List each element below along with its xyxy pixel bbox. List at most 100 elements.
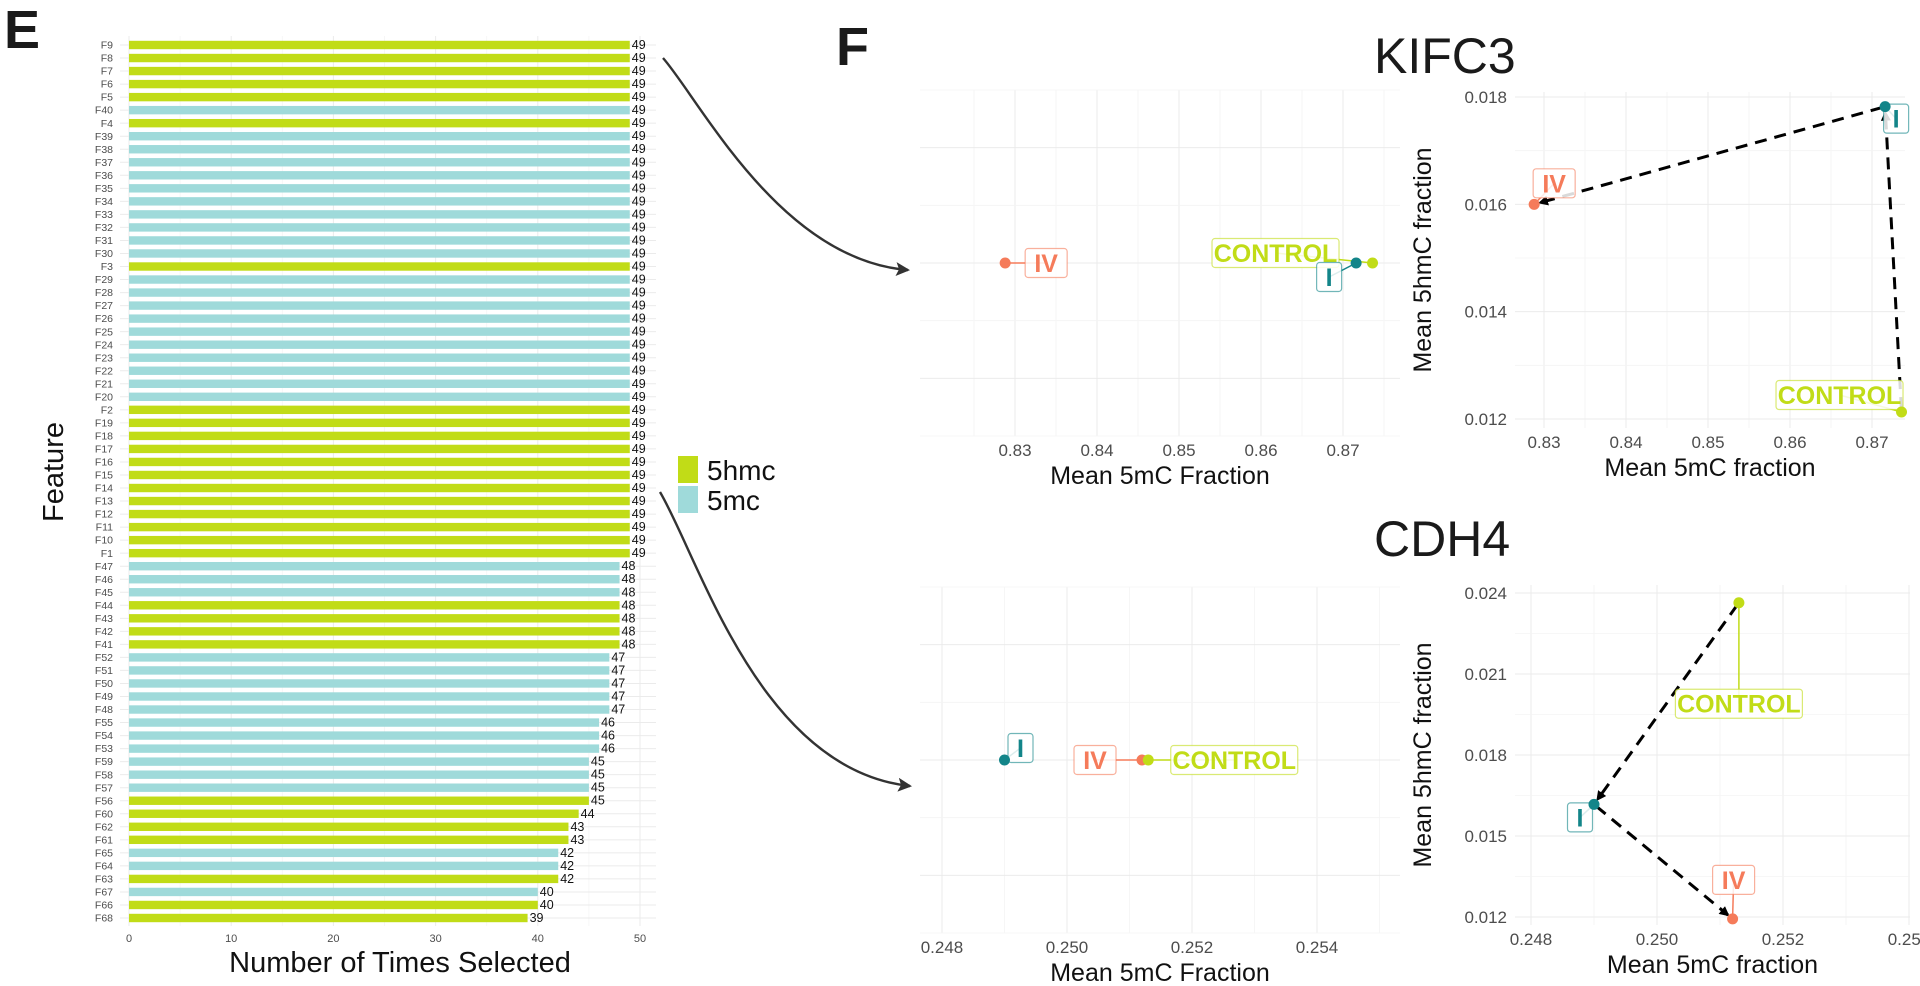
cdh4-5mc-strip-plot: 0.248 0.250 0.252 0.254 Mean 5mC Fraction I IV… xyxy=(920,586,1400,986)
bar-f31 xyxy=(129,236,630,245)
bar-f17 xyxy=(129,444,630,454)
feature-label: F28 xyxy=(95,287,113,299)
feature-label: F61 xyxy=(95,834,113,846)
x-axis-title: Mean 5mC fraction xyxy=(1607,951,1818,979)
bar-value-label: 45 xyxy=(591,755,605,769)
bar-f60 xyxy=(129,809,579,818)
figure: E F F9F8F7F6F5F40F4F39F38F37F36F35F34F33… xyxy=(4,0,1920,986)
bar-value-label: 49 xyxy=(632,51,646,65)
bar-f9 xyxy=(129,40,630,50)
y-tick-label: 0.018 xyxy=(1464,88,1507,107)
bar-f6 xyxy=(129,79,630,89)
bar-value-label: 46 xyxy=(601,729,615,743)
feature-label: F42 xyxy=(95,626,113,638)
bar-f66 xyxy=(129,900,538,910)
feature-label: F50 xyxy=(95,678,113,690)
y-axis-title: Mean 5hmC fraction xyxy=(1409,147,1437,372)
x-tick-label: 0.83 xyxy=(998,441,1031,460)
x-tick-label: 50 xyxy=(634,933,646,945)
feature-label: F49 xyxy=(95,691,113,703)
bar-f62 xyxy=(129,822,569,831)
x-tick-label: 0.84 xyxy=(1609,433,1642,452)
feature-label: F23 xyxy=(95,352,113,364)
bar-value-label: 49 xyxy=(632,129,646,143)
bar-f63 xyxy=(129,874,559,884)
x-tick-label: 0.86 xyxy=(1244,441,1277,460)
bar-f1 xyxy=(129,548,630,558)
feature-label: F8 xyxy=(101,53,113,65)
bar-value-label: 49 xyxy=(632,194,646,208)
point-iv xyxy=(1528,198,1540,210)
bar-value-label: 49 xyxy=(632,533,646,547)
bar-f2 xyxy=(129,405,630,415)
bar-f7 xyxy=(129,66,630,76)
x-tick-label: 40 xyxy=(532,933,544,945)
feature-label: F19 xyxy=(95,417,113,429)
bar-value-label: 49 xyxy=(632,494,646,508)
x-axis-title: Mean 5mC Fraction xyxy=(1050,462,1270,490)
bar-f24 xyxy=(129,340,630,349)
x-tick-label: 0.87 xyxy=(1326,441,1359,460)
feature-label: F6 xyxy=(101,79,113,91)
bar-value-label: 49 xyxy=(632,64,646,78)
x-tick-label: 20 xyxy=(327,933,339,945)
point-control xyxy=(1367,257,1379,269)
bar-f4 xyxy=(129,118,630,128)
bar-f28 xyxy=(129,288,630,297)
y-axis-title: Mean 5hmC fraction xyxy=(1409,642,1437,867)
feature-label: F16 xyxy=(95,457,113,469)
x-tick-label: 0.250 xyxy=(1046,938,1089,957)
bar-value-label: 48 xyxy=(622,585,636,599)
x-tick-label: 0.252 xyxy=(1762,930,1805,949)
bar-value-label: 49 xyxy=(632,546,646,560)
bar-f41 xyxy=(129,640,620,649)
link-arrow-kifc3 xyxy=(662,57,910,277)
bar-value-label: 49 xyxy=(632,377,646,391)
bar-f61 xyxy=(129,835,569,845)
bar-f42 xyxy=(129,627,620,636)
bar-f64 xyxy=(129,861,559,871)
bar-f37 xyxy=(129,158,630,167)
bar-value-label: 49 xyxy=(632,481,646,495)
x-axis-title: Number of Times Selected xyxy=(229,947,571,979)
kifc3-5mc-vs-5hmc-plot: 0.012 0.014 0.016 0.018 Mean 5hmC fraction 0.… xyxy=(1409,88,1910,482)
feature-label: F20 xyxy=(95,391,113,403)
feature-label: F52 xyxy=(95,652,113,664)
bar-f33 xyxy=(129,210,630,219)
point-label-i: I xyxy=(1893,106,1900,134)
y-tick-label: 0.021 xyxy=(1464,665,1507,684)
bar-value-label: 44 xyxy=(581,807,595,821)
bar-value-label: 49 xyxy=(632,103,646,117)
bar-f46 xyxy=(129,575,620,584)
bars xyxy=(129,40,630,923)
feature-label: F59 xyxy=(95,756,113,768)
feature-label: F47 xyxy=(95,561,113,573)
feature-label: F1 xyxy=(101,548,113,560)
bar-value-label: 39 xyxy=(530,911,544,925)
x-tick-label: 10 xyxy=(225,933,237,945)
feature-label: F13 xyxy=(95,496,113,508)
bar-value-label: 47 xyxy=(611,676,625,690)
bar-value-labels: 4949494949494949494949494949494949494949… xyxy=(530,38,646,925)
bar-value-label: 49 xyxy=(632,351,646,365)
x-tick-label: 0.85 xyxy=(1691,433,1724,452)
bar-value-label: 48 xyxy=(622,559,636,573)
feature-label: F5 xyxy=(101,92,113,104)
feature-label: F34 xyxy=(95,196,113,208)
bar-value-label: 43 xyxy=(570,820,584,834)
x-tick-label: 0.83 xyxy=(1527,433,1560,452)
point-label-iv: IV xyxy=(1542,170,1566,198)
bar-value-label: 49 xyxy=(632,116,646,130)
feature-label: F39 xyxy=(95,131,113,143)
x-tick-label: 0.86 xyxy=(1773,433,1806,452)
bar-f58 xyxy=(129,770,589,779)
feature-label: F40 xyxy=(95,105,113,117)
bar-value-label: 49 xyxy=(632,312,646,326)
feature-label: F29 xyxy=(95,274,113,286)
bar-f40 xyxy=(129,105,630,115)
bar-value-label: 45 xyxy=(591,768,605,782)
feature-label: F11 xyxy=(96,522,113,534)
bar-value-label: 46 xyxy=(601,742,615,756)
feature-label: F12 xyxy=(95,509,113,521)
feature-label: F37 xyxy=(95,157,113,169)
